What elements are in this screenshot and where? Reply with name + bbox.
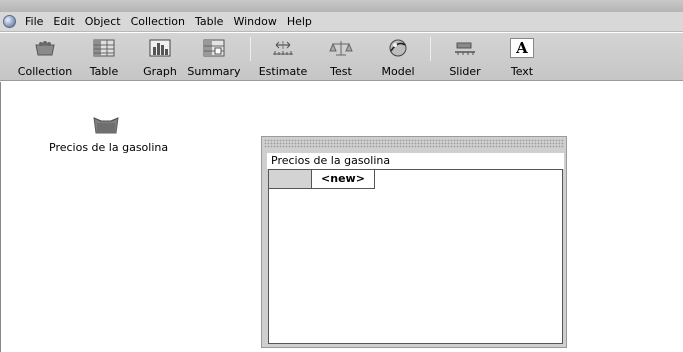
menu-window[interactable]: Window xyxy=(228,13,281,31)
case-table-window[interactable]: Precios de la gasolina <new> xyxy=(261,136,567,348)
window-title-bar xyxy=(0,0,683,12)
model-icon xyxy=(389,39,407,57)
toolbar-separator xyxy=(430,37,431,61)
menu-bar: File Edit Object Collection Table Window… xyxy=(0,12,683,32)
test-tool-button[interactable]: Test xyxy=(321,33,361,81)
menu-edit[interactable]: Edit xyxy=(48,13,79,31)
slider-tool-button[interactable]: Slider xyxy=(442,33,488,81)
case-table-title: Precios de la gasolina xyxy=(267,153,564,169)
graph-tool-button[interactable]: Graph xyxy=(140,33,180,81)
test-icon xyxy=(329,41,353,56)
table-corner-cell xyxy=(269,170,312,189)
estimate-icon xyxy=(273,41,293,55)
window-drag-handle[interactable] xyxy=(264,139,564,148)
summary-icon xyxy=(203,39,225,57)
app-logo-icon[interactable] xyxy=(3,15,16,28)
collection-tool-button[interactable]: Collection xyxy=(14,33,76,81)
menu-help[interactable]: Help xyxy=(282,13,317,31)
collection-box-icon[interactable] xyxy=(92,112,120,136)
case-table-grid[interactable]: <new> xyxy=(268,169,563,344)
collection-tool-label: Collection xyxy=(17,65,73,78)
text-tool-label: Text xyxy=(510,65,534,78)
summary-tool-button[interactable]: Summary xyxy=(184,33,244,81)
menu-collection[interactable]: Collection xyxy=(126,13,190,31)
table-tool-button[interactable]: Table xyxy=(84,33,124,81)
estimate-tool-button[interactable]: Estimate xyxy=(255,33,311,81)
test-tool-label: Test xyxy=(330,65,352,78)
menu-file[interactable]: File xyxy=(20,13,48,31)
slider-tool-label: Slider xyxy=(449,65,481,78)
text-icon: A xyxy=(510,38,534,58)
new-attribute-column-header[interactable]: <new> xyxy=(312,170,375,189)
table-icon xyxy=(93,39,115,57)
text-tool-button[interactable]: A Text xyxy=(502,33,542,81)
table-tool-label: Table xyxy=(89,65,119,78)
menu-object[interactable]: Object xyxy=(80,13,126,31)
collection-name-label[interactable]: Precios de la gasolina xyxy=(49,141,168,154)
graph-icon xyxy=(149,39,171,57)
document-workspace[interactable]: Precios de la gasolina Precios de la gas… xyxy=(0,82,683,352)
model-tool-label: Model xyxy=(381,65,415,78)
summary-tool-label: Summary xyxy=(187,65,241,78)
estimate-tool-label: Estimate xyxy=(258,65,308,78)
slider-icon xyxy=(455,42,475,55)
toolbar-separator xyxy=(250,37,251,61)
model-tool-button[interactable]: Model xyxy=(376,33,420,81)
graph-tool-label: Graph xyxy=(143,65,177,78)
collection-icon xyxy=(35,41,55,56)
menu-table[interactable]: Table xyxy=(190,13,228,31)
toolbar: Collection Table Graph Summary Estimate … xyxy=(0,33,683,81)
